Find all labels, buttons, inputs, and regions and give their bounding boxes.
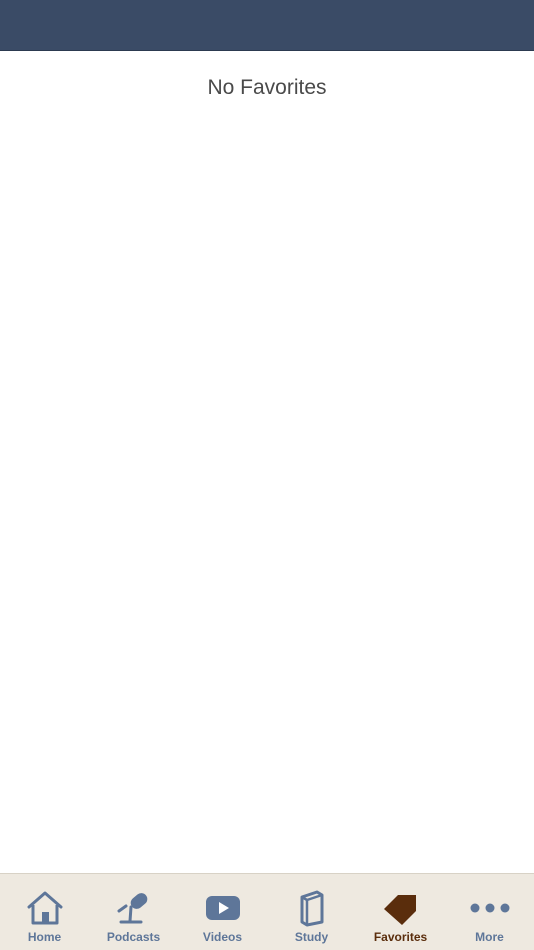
- tab-videos-label: Videos: [202, 930, 243, 944]
- tab-podcasts[interactable]: Podcasts: [89, 874, 178, 950]
- tab-podcasts-label: Podcasts: [106, 930, 161, 944]
- tab-bar: Home Podcasts Videos Study Favorites Mor…: [0, 873, 534, 950]
- tab-videos[interactable]: Videos: [178, 874, 267, 950]
- video-play-icon: [203, 888, 243, 928]
- tab-more-label: More: [475, 930, 504, 944]
- tab-study-label: Study: [294, 930, 329, 944]
- tab-favorites[interactable]: Favorites: [356, 874, 445, 950]
- tab-more[interactable]: More: [445, 874, 534, 950]
- home-icon: [25, 888, 65, 928]
- empty-state-message: No Favorites: [207, 76, 327, 99]
- favorites-screen: No Favorites Home Podcasts Videos Study …: [0, 0, 534, 950]
- favorites-content: No Favorites: [0, 51, 534, 873]
- microphone-icon: [114, 888, 154, 928]
- tab-home-label: Home: [27, 930, 62, 944]
- tab-study[interactable]: Study: [267, 874, 356, 950]
- tab-favorites-label: Favorites: [373, 930, 428, 944]
- book-icon: [292, 888, 332, 928]
- navigation-bar: [0, 0, 534, 51]
- more-dots-icon: [470, 888, 510, 928]
- bookmark-tag-icon: [381, 888, 421, 928]
- tab-home[interactable]: Home: [0, 874, 89, 950]
